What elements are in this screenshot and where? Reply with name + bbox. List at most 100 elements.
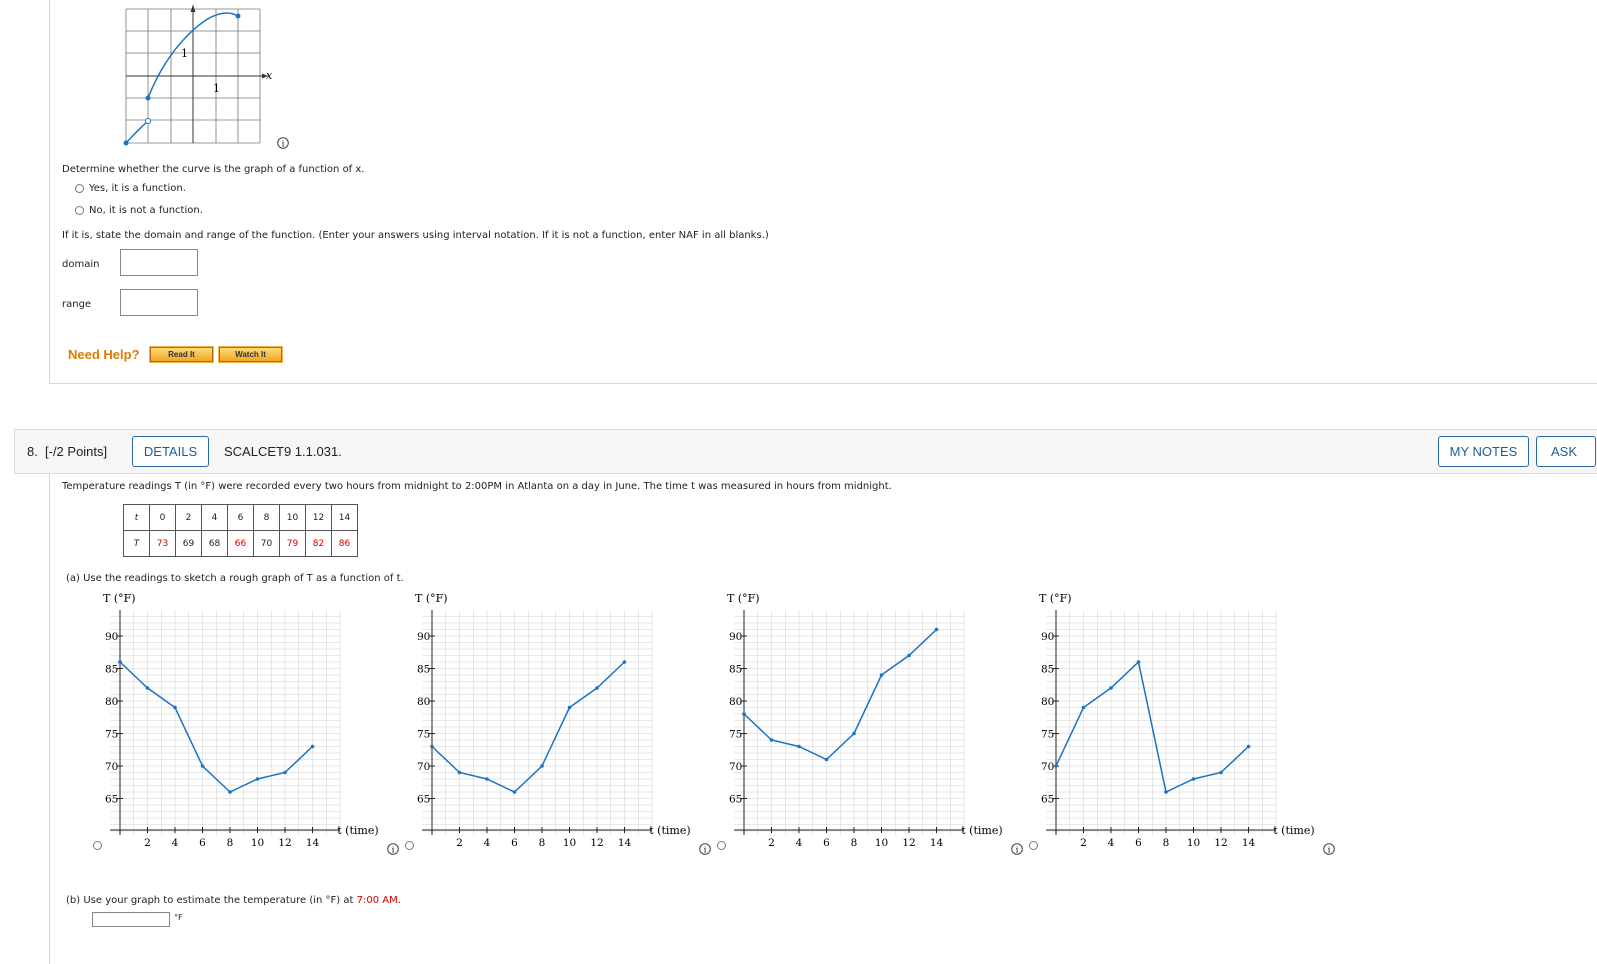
x-axis-label: t (time): [961, 824, 1002, 837]
y-tick-label: 75: [105, 729, 118, 741]
y-tick-label: 80: [729, 696, 742, 708]
x-tick-label: 10: [1187, 837, 1200, 849]
y-tick-label: 70: [1041, 761, 1054, 773]
data-point: [118, 660, 122, 664]
y-tick-label: 85: [729, 664, 742, 676]
graph-option-1: T (°F) t (time) 65 70 75 80 85 90 2 4 6 8 10 12 14: [90, 590, 390, 860]
temperature-row: T 73 69 68 66 70 79 82 86: [123, 530, 358, 557]
x-tick-label: 2: [1080, 837, 1087, 849]
x-tick-label: 14: [1242, 837, 1256, 849]
info-icon[interactable]: i: [699, 843, 711, 855]
temperature-answer-input[interactable]: [92, 912, 170, 927]
x-tick-label: 4: [796, 837, 803, 849]
y-tick-label: 75: [1041, 729, 1054, 741]
t-cell: 0: [149, 504, 176, 531]
data-point: [1081, 705, 1086, 710]
x-tick-label: 10: [875, 837, 888, 849]
x-tick-label: 6: [1135, 837, 1142, 849]
T-cell: 68: [201, 530, 228, 557]
t-header: t: [123, 504, 150, 531]
temperature-intro: Temperature readings T (in °F) were reco…: [62, 481, 892, 492]
info-icon[interactable]: i: [387, 843, 399, 855]
data-point: [907, 653, 911, 658]
T-cell: 86: [331, 530, 358, 557]
y-tick-label: 85: [105, 664, 118, 676]
y-tick-label: 75: [729, 729, 742, 741]
domain-input[interactable]: [120, 249, 198, 276]
points-label: [-/2 Points]: [45, 444, 108, 459]
figure-x-label: x: [266, 69, 273, 82]
data-point: [824, 757, 829, 762]
radio-no[interactable]: [75, 206, 84, 215]
part-a-prompt: (a) Use the readings to sketch a rough g…: [66, 573, 404, 584]
temperature-table: t 0 2 4 6 8 10 12 14 T 73 69 68 66 70 79…: [123, 504, 358, 557]
data-point: [1191, 777, 1196, 781]
x-axis-label: t (time): [1273, 824, 1314, 837]
data-point: [1164, 790, 1168, 794]
data-point: [769, 738, 774, 742]
x-tick-label: 4: [1108, 837, 1115, 849]
svg-text:i: i: [704, 846, 707, 855]
data-point: [1109, 686, 1113, 690]
T-cell: 79: [279, 530, 306, 557]
x-tick-label: 8: [851, 837, 858, 849]
ask-button[interactable]: ASK: [1536, 436, 1596, 467]
data-point: [485, 777, 489, 781]
graph-radio-2[interactable]: [405, 841, 414, 850]
data-point: [173, 705, 177, 710]
data-point: [200, 764, 205, 768]
x-axis-label: t (time): [649, 824, 690, 837]
graph-option-4: T (°F) t (time) 65 70 75 80 85 90 2 4 6 8 10 12 14: [1026, 590, 1326, 860]
y-tick-label: 90: [1041, 631, 1054, 643]
y-tick-label: 70: [729, 761, 742, 773]
figure-y-tick: 1: [181, 47, 188, 60]
y-tick-label: 65: [417, 794, 430, 806]
info-icon[interactable]: i: [1011, 843, 1023, 855]
info-icon[interactable]: i: [1323, 843, 1335, 855]
chart-1: T (°F) t (time) 65 70 75 80 85 90 2 4 6 8 10 12 14: [103, 592, 379, 849]
y-tick-label: 80: [417, 696, 430, 708]
info-icon[interactable]: i: [277, 137, 289, 149]
read-it-button[interactable]: Read It: [149, 346, 214, 363]
x-tick-label: 2: [144, 837, 151, 849]
option-yes-label[interactable]: Yes, it is a function.: [89, 183, 186, 194]
svg-text:i: i: [1328, 846, 1331, 855]
range-input[interactable]: [120, 289, 198, 316]
chart-3: T (°F) t (time) 65 70 75 80 85 90 2 4 6 8 10 12 14: [727, 592, 1003, 849]
graph-option-2: T (°F) t (time) 65 70 75 80 85 90 2 4 6 8 10 12 14: [402, 590, 702, 860]
question-code: SCALCET9 1.1.031.: [224, 444, 342, 459]
watch-it-button[interactable]: Watch It: [218, 346, 283, 363]
domain-label: domain: [62, 259, 100, 270]
data-point: [1246, 744, 1251, 749]
y-tick-label: 90: [417, 631, 430, 643]
y-tick-label: 85: [1041, 664, 1054, 676]
x-tick-label: 12: [590, 837, 603, 849]
radio-yes[interactable]: [75, 184, 84, 193]
x-tick-label: 14: [618, 837, 632, 849]
y-tick-label: 65: [1041, 794, 1054, 806]
fahrenheit-unit: °F: [174, 913, 183, 922]
y-tick-label: 85: [417, 664, 430, 676]
data-point: [852, 731, 856, 736]
data-point: [430, 744, 434, 749]
y-tick-label: 70: [105, 761, 118, 773]
y-tick-label: 80: [105, 696, 118, 708]
y-tick-label: 90: [105, 631, 118, 643]
t-cell: 8: [253, 504, 280, 531]
x-tick-label: 6: [823, 837, 830, 849]
figure-x-tick: 1: [213, 82, 220, 95]
data-point: [934, 627, 939, 632]
details-button[interactable]: DETAILS: [132, 436, 209, 467]
graph-radio-1[interactable]: [93, 841, 102, 850]
data-point: [255, 777, 260, 781]
option-no-label[interactable]: No, it is not a function.: [89, 205, 203, 216]
x-tick-label: 8: [1163, 837, 1170, 849]
question-number: 8.: [27, 444, 38, 459]
y-tick-label: 80: [1041, 696, 1054, 708]
svg-text:i: i: [392, 846, 395, 855]
graph-radio-3[interactable]: [717, 841, 726, 850]
T-cell: 70: [253, 530, 280, 557]
graph-radio-4[interactable]: [1029, 841, 1038, 850]
x-tick-label: 10: [563, 837, 576, 849]
my-notes-button[interactable]: MY NOTES: [1438, 436, 1529, 467]
